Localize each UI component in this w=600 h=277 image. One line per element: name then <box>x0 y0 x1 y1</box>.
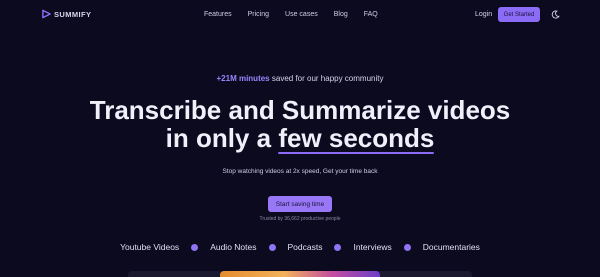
hero-subtitle: Stop watching videos at 2x speed, Get yo… <box>222 168 378 175</box>
nav-link-features[interactable]: Features <box>204 11 232 18</box>
headline-line-2-prefix: in only a <box>165 123 272 153</box>
nav-link-use-cases[interactable]: Use cases <box>285 11 318 18</box>
tagline-highlight: +21M minutes <box>216 74 270 83</box>
brand-name: SUMMIFY <box>54 9 92 19</box>
bullet-dot-icon <box>403 243 411 251</box>
get-started-button[interactable]: Get Started <box>498 7 540 22</box>
feature-podcasts: Podcasts <box>287 242 323 252</box>
nav-link-faq[interactable]: FAQ <box>364 11 378 18</box>
top-navbar: SUMMIFY Features Pricing Use cases Blog … <box>0 0 600 30</box>
product-preview-panel <box>128 271 472 277</box>
brand-logo-link[interactable]: SUMMIFY <box>42 9 91 19</box>
nav-link-pricing[interactable]: Pricing <box>248 11 269 18</box>
bullet-dot-icon <box>334 243 342 251</box>
nav-link-blog[interactable]: Blog <box>334 11 348 18</box>
feature-documentaries: Documentaries <box>422 242 480 252</box>
tagline-rest: saved for our happy community <box>271 74 384 83</box>
preview-gradient-graphic <box>220 271 380 277</box>
moon-icon[interactable] <box>551 10 560 19</box>
headline-emphasis: few seconds <box>278 123 435 154</box>
feature-interviews: Interviews <box>353 242 392 252</box>
login-link[interactable]: Login <box>475 11 492 18</box>
hero-tagline: +21M minutes saved for our happy communi… <box>0 74 600 83</box>
start-saving-time-button[interactable]: Start saving time <box>268 196 332 212</box>
bullet-dot-icon <box>191 243 199 251</box>
feature-youtube-videos: Youtube Videos <box>120 242 180 252</box>
nav-links: Features Pricing Use cases Blog FAQ <box>204 11 394 18</box>
trusted-by-text: Trusted by 36,662 productive people <box>259 216 341 222</box>
play-triangle-icon <box>42 9 51 19</box>
feature-list: Youtube Videos Audio Notes Podcasts Inte… <box>0 242 600 252</box>
headline-line-1: Transcribe and Summarize videos <box>89 95 511 125</box>
hero-headline: Transcribe and Summarize videos in only … <box>0 95 600 154</box>
feature-audio-notes: Audio Notes <box>210 242 257 252</box>
bullet-dot-icon <box>268 243 276 251</box>
